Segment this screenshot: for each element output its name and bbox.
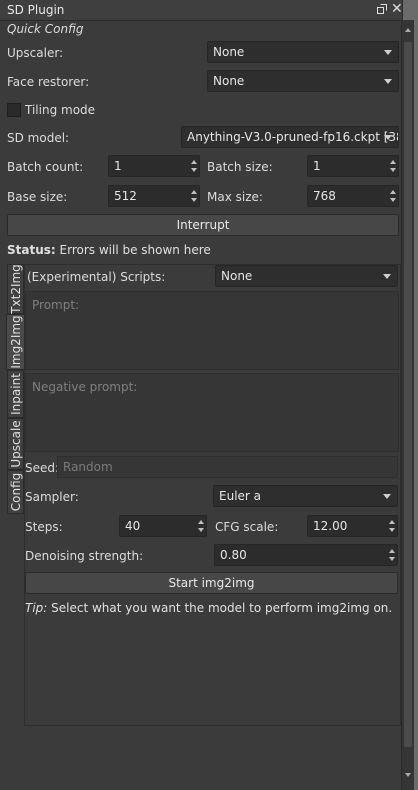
- sd-model-label: SD model:: [7, 131, 70, 145]
- base-size-label: Base size:: [7, 190, 68, 204]
- float-window-icon[interactable]: [377, 4, 387, 14]
- panel-scrollbar[interactable]: [401, 20, 414, 790]
- face-restorer-value: None: [213, 74, 245, 88]
- spin-down-icon[interactable]: [389, 557, 395, 561]
- seed-placeholder: Random: [63, 460, 113, 474]
- max-size-value: 768: [313, 189, 336, 203]
- seed-input[interactable]: Random: [57, 456, 398, 478]
- tip-text: Select what you want the model to perfor…: [51, 601, 393, 615]
- vertical-tab-bar: Txt2Img Img2Img Inpaint Upscale Config: [6, 264, 25, 514]
- spin-up-icon[interactable]: [389, 520, 395, 524]
- batch-size-value: 1: [313, 159, 321, 173]
- spin-down-icon[interactable]: [390, 198, 396, 202]
- cfg-scale-label: CFG scale:: [215, 520, 279, 534]
- upscaler-select[interactable]: None: [207, 41, 399, 63]
- sampler-value: Euler a: [219, 489, 262, 503]
- status-line: Status: Errors will be shown here: [7, 243, 211, 257]
- spin-up-icon[interactable]: [390, 160, 396, 164]
- sd-model-value: Anything-V3.0-pruned-fp16.ckpt [38: [187, 130, 399, 144]
- tip-line: Tip: Select what you want the model to p…: [25, 601, 397, 615]
- spin-up-icon[interactable]: [198, 520, 204, 524]
- spin-up-icon[interactable]: [389, 549, 395, 553]
- scripts-value: None: [221, 269, 253, 283]
- scroll-down-icon[interactable]: [405, 773, 411, 777]
- sd-model-select[interactable]: Anything-V3.0-pruned-fp16.ckpt [38: [181, 126, 399, 148]
- cfg-scale-spinbox[interactable]: 12.00: [307, 515, 398, 537]
- spin-up-icon[interactable]: [191, 190, 197, 194]
- base-size-value: 512: [114, 189, 137, 203]
- steps-spinbox[interactable]: 40: [119, 515, 207, 537]
- sampler-select[interactable]: Euler a: [213, 485, 398, 507]
- max-size-spinbox[interactable]: 768: [307, 185, 399, 207]
- cfg-scale-value: 12.00: [313, 519, 348, 533]
- tiling-mode-checkbox[interactable]: [7, 103, 21, 117]
- status-text: Errors will be shown here: [59, 243, 211, 257]
- spin-up-icon[interactable]: [191, 160, 197, 164]
- upscaler-label: Upscaler:: [7, 46, 64, 60]
- denoising-spinbox[interactable]: 0.80: [214, 544, 398, 566]
- spin-down-icon[interactable]: [191, 168, 197, 172]
- tab-img2img[interactable]: Img2Img: [6, 314, 25, 370]
- prompt-textarea[interactable]: Prompt:: [25, 291, 399, 370]
- spin-down-icon[interactable]: [390, 168, 396, 172]
- batch-size-label: Batch size:: [207, 160, 273, 174]
- start-img2img-button[interactable]: Start img2img: [25, 572, 398, 594]
- negative-prompt-textarea[interactable]: Negative prompt:: [25, 373, 399, 452]
- tab-upscale[interactable]: Upscale: [7, 418, 24, 470]
- batch-count-spinbox[interactable]: 1: [108, 155, 200, 177]
- max-size-label: Max size:: [207, 190, 263, 204]
- tab-txt2img[interactable]: Txt2Img: [7, 264, 24, 314]
- spin-up-icon[interactable]: [390, 190, 396, 194]
- denoising-value: 0.80: [220, 548, 247, 562]
- steps-value: 40: [125, 519, 141, 533]
- batch-count-value: 1: [114, 159, 122, 173]
- quick-config-heading: Quick Config: [7, 22, 84, 36]
- spin-down-icon[interactable]: [198, 528, 204, 532]
- steps-label: Steps:: [25, 520, 63, 534]
- sampler-label: Sampler:: [25, 490, 79, 504]
- chevron-down-icon: [383, 494, 391, 499]
- prompt-placeholder: Prompt:: [32, 298, 80, 312]
- face-restorer-select[interactable]: None: [207, 70, 399, 92]
- status-label: Status:: [7, 243, 56, 257]
- tiling-mode-label: Tiling mode: [25, 103, 96, 117]
- chevron-down-icon: [383, 274, 391, 279]
- spin-down-icon[interactable]: [389, 528, 395, 532]
- tab-inpaint[interactable]: Inpaint: [7, 370, 24, 418]
- chevron-down-icon: [384, 50, 392, 55]
- window-title: SD Plugin: [7, 3, 65, 17]
- sd-plugin-panel: SD Plugin ✕ Quick Config Upscaler: None …: [0, 0, 403, 790]
- chevron-down-icon: [384, 79, 392, 84]
- batch-size-spinbox[interactable]: 1: [307, 155, 399, 177]
- scripts-select[interactable]: None: [215, 265, 398, 287]
- base-size-spinbox[interactable]: 512: [108, 185, 200, 207]
- chevron-down-icon: [384, 135, 392, 140]
- negative-prompt-placeholder: Negative prompt:: [32, 380, 138, 394]
- scroll-up-icon[interactable]: [405, 28, 411, 32]
- tab-config[interactable]: Config: [7, 470, 24, 514]
- denoising-label: Denoising strength:: [25, 549, 144, 563]
- tip-label: Tip:: [25, 601, 48, 615]
- spin-down-icon[interactable]: [191, 198, 197, 202]
- close-icon[interactable]: ✕: [391, 1, 403, 17]
- face-restorer-label: Face restorer:: [7, 75, 90, 89]
- scroll-thumb[interactable]: [404, 42, 412, 747]
- batch-count-label: Batch count:: [7, 160, 84, 174]
- upscaler-value: None: [213, 45, 245, 59]
- interrupt-button[interactable]: Interrupt: [7, 214, 399, 236]
- title-bar: SD Plugin ✕: [0, 0, 403, 21]
- scripts-label: (Experimental) Scripts:: [27, 270, 166, 284]
- seed-label: Seed:: [25, 461, 60, 475]
